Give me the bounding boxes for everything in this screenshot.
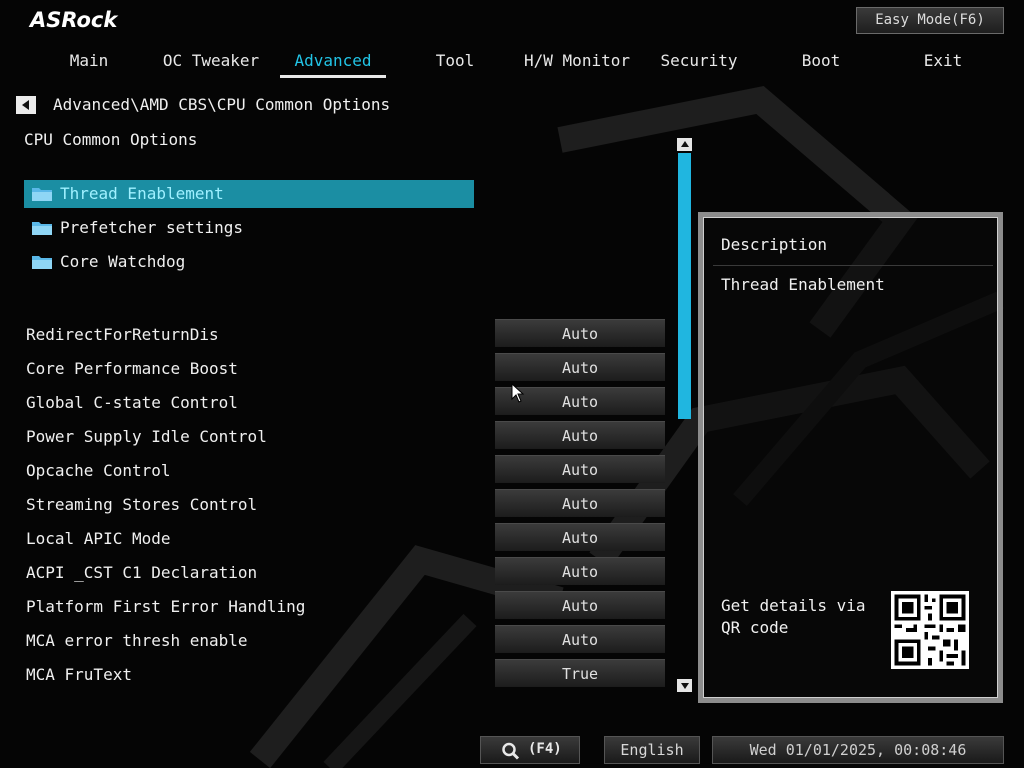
setting-label: Power Supply Idle Control	[26, 427, 267, 446]
search-button[interactable]: (F4)	[480, 736, 580, 764]
tab-main[interactable]: Main	[28, 46, 150, 78]
setting-value-dropdown[interactable]: True	[495, 659, 665, 687]
datetime-display: Wed 01/01/2025, 00:08:46	[712, 736, 1004, 764]
asrock-logo: ASRock	[30, 8, 117, 32]
mouse-cursor-icon	[511, 383, 525, 403]
tab-boot[interactable]: Boot	[760, 46, 882, 78]
tab-advanced[interactable]: Advanced	[272, 46, 394, 78]
language-button[interactable]: English	[604, 736, 700, 764]
setting-global-c-state-control[interactable]: Global C-state Control Auto	[24, 387, 666, 417]
qr-caption: Get details via QR code	[721, 596, 866, 637]
description-divider	[713, 265, 993, 266]
setting-label: Core Performance Boost	[26, 359, 238, 378]
setting-label: Streaming Stores Control	[26, 495, 258, 514]
setting-platform-first-error-handling[interactable]: Platform First Error Handling Auto	[24, 591, 666, 621]
section-title: CPU Common Options	[24, 130, 198, 149]
setting-value-dropdown[interactable]: Auto	[495, 557, 665, 585]
back-arrow-icon[interactable]	[16, 96, 36, 114]
scrollbar[interactable]	[677, 138, 692, 694]
folder-icon	[32, 256, 52, 269]
setting-label: Platform First Error Handling	[26, 597, 306, 616]
tab-exit[interactable]: Exit	[882, 46, 1004, 78]
setting-value-dropdown[interactable]: Auto	[495, 319, 665, 347]
scroll-up-arrow-icon[interactable]	[677, 138, 692, 151]
setting-mca-error-thresh-enable[interactable]: MCA error thresh enable Auto	[24, 625, 666, 655]
description-title: Description	[721, 235, 827, 254]
setting-value-dropdown[interactable]: Auto	[495, 591, 665, 619]
setting-power-supply-idle-control[interactable]: Power Supply Idle Control Auto	[24, 421, 666, 451]
setting-mca-frutext[interactable]: MCA FruText True	[24, 659, 666, 689]
setting-value-dropdown[interactable]: Auto	[495, 523, 665, 551]
easy-mode-button[interactable]: Easy Mode(F6)	[856, 7, 1004, 34]
setting-core-performance-boost[interactable]: Core Performance Boost Auto	[24, 353, 666, 383]
tab-oc-tweaker[interactable]: OC Tweaker	[150, 46, 272, 78]
qr-code-icon	[891, 591, 969, 669]
description-panel: Description Thread Enablement Get detail…	[698, 212, 1003, 703]
setting-label: MCA error thresh enable	[26, 631, 248, 650]
setting-value-dropdown[interactable]: Auto	[495, 455, 665, 483]
tab-tool[interactable]: Tool	[394, 46, 516, 78]
search-shortcut-label: (F4)	[528, 741, 562, 757]
setting-redirect-for-return-dis[interactable]: RedirectForReturnDis Auto	[24, 319, 666, 349]
tab-security[interactable]: Security	[638, 46, 760, 78]
folder-label: Core Watchdog	[60, 252, 186, 271]
setting-label: Global C-state Control	[26, 393, 238, 412]
setting-label: ACPI _CST C1 Declaration	[26, 563, 258, 582]
folder-item-prefetcher-settings[interactable]: Prefetcher settings	[24, 214, 474, 242]
setting-streaming-stores-control[interactable]: Streaming Stores Control Auto	[24, 489, 666, 519]
setting-value-dropdown[interactable]: Auto	[495, 489, 665, 517]
setting-label: Local APIC Mode	[26, 529, 171, 548]
setting-value-dropdown[interactable]: Auto	[495, 421, 665, 449]
search-icon	[502, 742, 520, 760]
setting-value-dropdown[interactable]: Auto	[495, 353, 665, 381]
folder-item-thread-enablement[interactable]: Thread Enablement	[24, 180, 474, 208]
setting-opcache-control[interactable]: Opcache Control Auto	[24, 455, 666, 485]
setting-local-apic-mode[interactable]: Local APIC Mode Auto	[24, 523, 666, 553]
setting-label: RedirectForReturnDis	[26, 325, 219, 344]
tab-hw-monitor[interactable]: H/W Monitor	[516, 46, 638, 78]
setting-label: MCA FruText	[26, 665, 132, 684]
main-navigation: Main OC Tweaker Advanced Tool H/W Monito…	[28, 46, 1004, 80]
folder-label: Thread Enablement	[60, 184, 224, 203]
folder-icon	[32, 188, 52, 201]
folder-icon	[32, 222, 52, 235]
setting-label: Opcache Control	[26, 461, 171, 480]
description-text: Thread Enablement	[721, 275, 885, 294]
setting-acpi-cst-c1-declaration[interactable]: ACPI _CST C1 Declaration Auto	[24, 557, 666, 587]
scroll-down-arrow-icon[interactable]	[677, 679, 692, 692]
setting-value-dropdown[interactable]: Auto	[495, 625, 665, 653]
logo-text: ASRock	[30, 8, 118, 32]
folder-item-core-watchdog[interactable]: Core Watchdog	[24, 248, 474, 276]
scrollbar-thumb[interactable]	[678, 153, 691, 419]
folder-label: Prefetcher settings	[60, 218, 244, 237]
breadcrumb: Advanced\AMD CBS\CPU Common Options	[53, 95, 391, 114]
